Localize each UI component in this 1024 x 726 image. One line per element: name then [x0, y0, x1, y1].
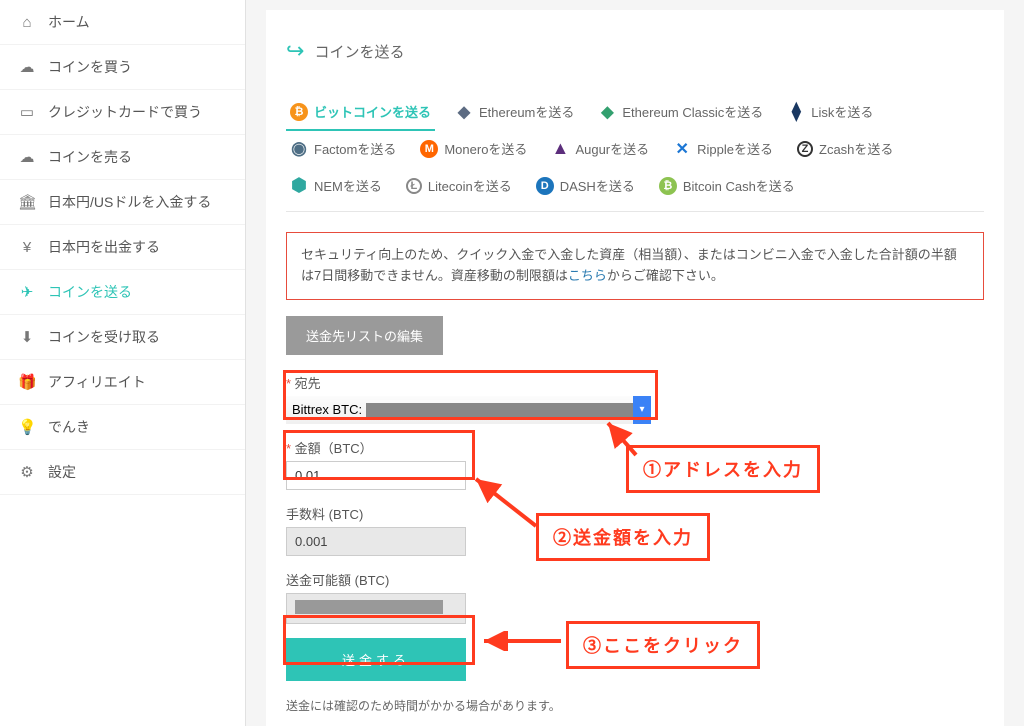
- fee-input: [286, 527, 466, 556]
- ripple-icon: ✕: [673, 140, 691, 158]
- page-title: コインを送る: [314, 41, 404, 62]
- nem-icon: ⬢: [290, 177, 308, 195]
- bulb-icon: 💡: [18, 418, 36, 436]
- sidebar-item-affiliate[interactable]: 🎁 アフィリエイト: [0, 360, 245, 405]
- arrow-icon: [476, 631, 566, 651]
- gear-icon: ⚙: [18, 463, 36, 481]
- main-content: ↪ コインを送る ₿ ビットコインを送る ◆ Ethereumを送る ◆ Eth…: [246, 0, 1024, 726]
- sidebar-item-settings[interactable]: ⚙ 設定: [0, 450, 245, 495]
- sidebar-item-label: コインを送る: [48, 282, 132, 302]
- lisk-icon: ⧫: [787, 103, 805, 121]
- zcash-icon: Z: [797, 141, 813, 157]
- tab-zcash[interactable]: Z Zcashを送る: [793, 131, 897, 168]
- tab-label: Rippleを送る: [697, 139, 773, 158]
- augur-icon: ▲: [551, 140, 569, 158]
- sidebar-item-buy[interactable]: ☁ コインを買う: [0, 45, 245, 90]
- fee-label: 手数料 (BTC): [286, 504, 984, 523]
- available-amount: [286, 593, 466, 624]
- sidebar-item-withdraw-jpy[interactable]: ¥ 日本円を出金する: [0, 225, 245, 270]
- notice-link[interactable]: こちら: [568, 268, 607, 283]
- tab-bitcoin-cash[interactable]: ₿ Bitcoin Cashを送る: [655, 168, 799, 205]
- coin-tabs: ₿ ビットコインを送る ◆ Ethereumを送る ◆ Ethereum Cla…: [286, 94, 984, 212]
- sidebar-item-label: コインを受け取る: [48, 327, 160, 347]
- ethereum-classic-icon: ◆: [598, 103, 616, 121]
- monero-icon: M: [420, 140, 438, 158]
- address-label: * 宛先: [286, 373, 984, 392]
- sidebar-item-label: 設定: [48, 462, 76, 482]
- send-form: * 宛先 Bittrex BTC: ▾ * 金額（BTC） 手数料 (BTC) …: [286, 373, 984, 681]
- tab-label: Ethereumを送る: [479, 102, 574, 121]
- tab-label: Liskを送る: [811, 102, 873, 121]
- send-card: ↪ コインを送る ₿ ビットコインを送る ◆ Ethereumを送る ◆ Eth…: [266, 10, 1004, 726]
- sidebar-item-label: 日本円/USドルを入金する: [48, 192, 211, 212]
- bitcoin-cash-icon: ₿: [659, 177, 677, 195]
- card-icon: ▭: [18, 103, 36, 121]
- sidebar-item-label: ホーム: [48, 12, 90, 32]
- tab-label: Augurを送る: [575, 139, 649, 158]
- address-masked: [366, 403, 645, 417]
- bank-icon: 🏛: [18, 193, 36, 211]
- share-arrow-icon: ↪: [286, 38, 304, 64]
- sidebar-item-label: コインを売る: [48, 147, 132, 167]
- sidebar-item-deposit-jpy[interactable]: 🏛 日本円/USドルを入金する: [0, 180, 245, 225]
- tab-ethereum[interactable]: ◆ Ethereumを送る: [451, 94, 578, 131]
- sidebar-item-label: アフィリエイト: [48, 372, 146, 392]
- sidebar-item-credit[interactable]: ▭ クレジットカードで買う: [0, 90, 245, 135]
- cloud-down-icon: ☁: [18, 58, 36, 76]
- sidebar-item-label: コインを買う: [48, 57, 132, 77]
- amount-label: * 金額（BTC）: [286, 438, 984, 457]
- tab-ethereum-classic[interactable]: ◆ Ethereum Classicを送る: [594, 94, 767, 131]
- footnote: 送金には確認のため時間がかかる場合があります。: [286, 697, 984, 714]
- sidebar-item-label: クレジットカードで買う: [48, 102, 202, 122]
- tab-dash[interactable]: D DASHを送る: [532, 168, 639, 205]
- tab-label: Moneroを送る: [444, 139, 527, 158]
- tab-lisk[interactable]: ⧫ Liskを送る: [783, 94, 877, 131]
- sidebar-item-label: でんき: [48, 417, 90, 437]
- amount-input[interactable]: [286, 461, 466, 490]
- tab-label: DASHを送る: [560, 176, 635, 195]
- ethereum-icon: ◆: [455, 103, 473, 121]
- available-label: 送金可能額 (BTC): [286, 570, 984, 589]
- send-button[interactable]: 送金する: [286, 638, 466, 681]
- gift-icon: 🎁: [18, 373, 36, 391]
- address-select[interactable]: Bittrex BTC: ▾: [286, 396, 651, 424]
- dash-icon: D: [536, 177, 554, 195]
- page-header: ↪ コインを送る: [286, 38, 984, 64]
- cloud-up-icon: ☁: [18, 148, 36, 166]
- tab-augur[interactable]: ▲ Augurを送る: [547, 131, 653, 168]
- yen-icon: ¥: [18, 239, 36, 256]
- address-value-prefix: Bittrex BTC:: [292, 402, 362, 417]
- tab-label: NEMを送る: [314, 176, 382, 195]
- tab-label: Factomを送る: [314, 139, 396, 158]
- tab-label: Bitcoin Cashを送る: [683, 176, 795, 195]
- sidebar-item-sell[interactable]: ☁ コインを売る: [0, 135, 245, 180]
- notice-text: からご確認下さい。: [607, 268, 724, 283]
- tab-label: ビットコインを送る: [314, 102, 431, 121]
- sidebar-item-label: 日本円を出金する: [48, 237, 160, 257]
- tab-monero[interactable]: M Moneroを送る: [416, 131, 531, 168]
- tab-factom[interactable]: ◉ Factomを送る: [286, 131, 400, 168]
- tab-label: Ethereum Classicを送る: [622, 102, 763, 121]
- download-icon: ⬇: [18, 328, 36, 346]
- bitcoin-icon: ₿: [290, 103, 308, 121]
- sidebar-item-send[interactable]: ✈ コインを送る: [0, 270, 245, 315]
- annotation-label-3: ③ここをクリック: [566, 621, 760, 669]
- tab-label: Zcashを送る: [819, 139, 893, 158]
- tab-ripple[interactable]: ✕ Rippleを送る: [669, 131, 777, 168]
- sidebar-item-denki[interactable]: 💡 でんき: [0, 405, 245, 450]
- sidebar-item-home[interactable]: ⌂ ホーム: [0, 0, 245, 45]
- dropdown-caret-icon: ▾: [633, 396, 651, 424]
- tab-bitcoin[interactable]: ₿ ビットコインを送る: [286, 94, 435, 131]
- sidebar: ⌂ ホーム ☁ コインを買う ▭ クレジットカードで買う ☁ コインを売る 🏛 …: [0, 0, 246, 726]
- sidebar-item-receive[interactable]: ⬇ コインを受け取る: [0, 315, 245, 360]
- send-icon: ✈: [18, 283, 36, 301]
- home-icon: ⌂: [18, 14, 36, 31]
- litecoin-icon: Ł: [406, 178, 422, 194]
- tab-litecoin[interactable]: Ł Litecoinを送る: [402, 168, 516, 205]
- edit-recipient-list-button[interactable]: 送金先リストの編集: [286, 316, 443, 355]
- security-notice: セキュリティ向上のため、クイック入金で入金した資産（相当額）、またはコンビニ入金…: [286, 232, 984, 300]
- factom-icon: ◉: [290, 140, 308, 158]
- tab-label: Litecoinを送る: [428, 176, 512, 195]
- tab-nem[interactable]: ⬢ NEMを送る: [286, 168, 386, 205]
